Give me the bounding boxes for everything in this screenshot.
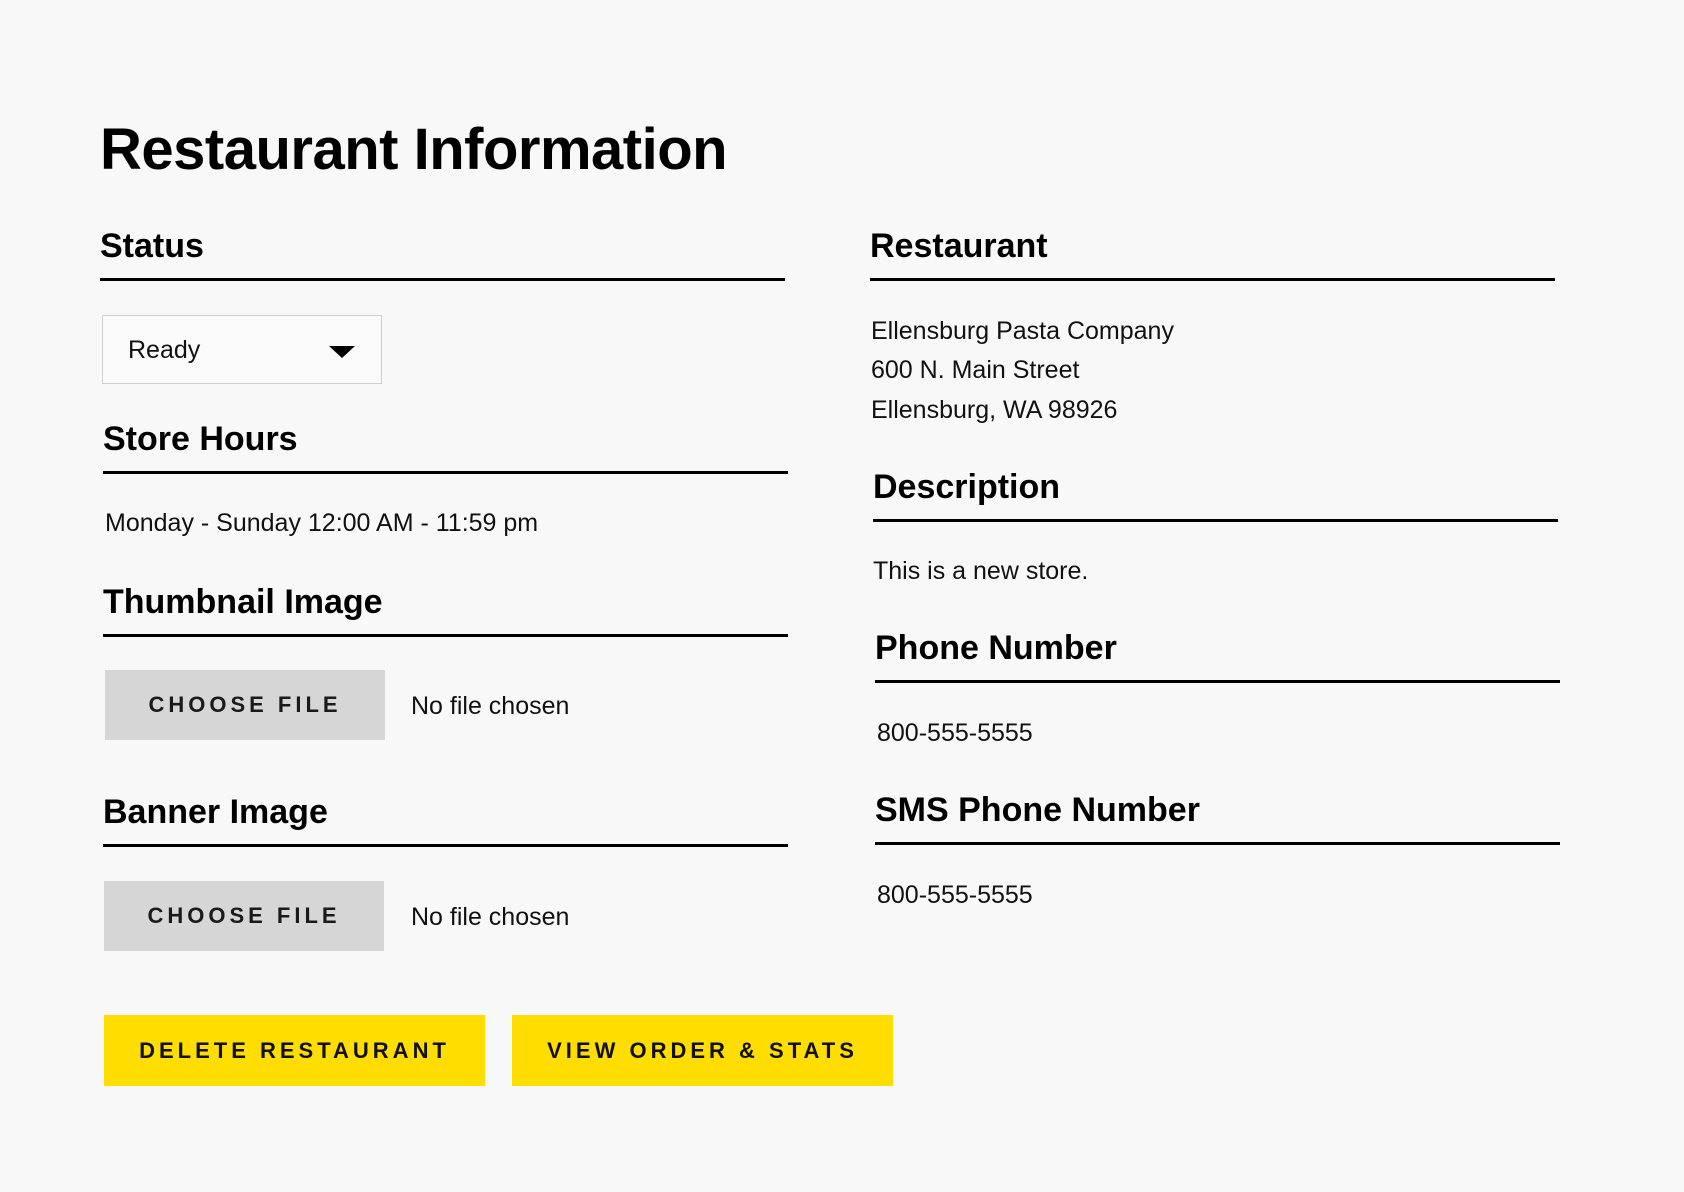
restaurant-heading: Restaurant [870, 224, 1555, 281]
status-selected-value: Ready [128, 336, 201, 364]
store-hours-section: Store Hours [103, 417, 788, 474]
store-hours-heading: Store Hours [103, 417, 788, 474]
delete-restaurant-button[interactable]: DELETE RESTAURANT [104, 1015, 485, 1086]
banner-heading: Banner Image [103, 790, 788, 847]
restaurant-city-state-zip: Ellensburg, WA 98926 [871, 396, 1118, 424]
banner-choose-file-button[interactable]: CHOOSE FILE [104, 881, 384, 951]
thumbnail-file-status: No file chosen [411, 692, 570, 720]
page-title: Restaurant Information [100, 117, 728, 182]
sms-phone-value: 800-555-5555 [877, 881, 1033, 909]
phone-heading: Phone Number [875, 626, 1560, 683]
sms-phone-heading: SMS Phone Number [875, 788, 1560, 845]
description-value: This is a new store. [873, 557, 1089, 585]
description-section: Description [873, 465, 1558, 522]
restaurant-section: Restaurant [870, 224, 1555, 281]
restaurant-name: Ellensburg Pasta Company [871, 317, 1174, 345]
status-dropdown[interactable]: Ready [102, 315, 382, 384]
phone-section: Phone Number [875, 626, 1560, 683]
banner-section: Banner Image [103, 790, 788, 847]
store-hours-value: Monday - Sunday 12:00 AM - 11:59 pm [105, 509, 539, 537]
thumbnail-heading: Thumbnail Image [103, 580, 788, 637]
status-section: Status [100, 224, 785, 281]
sms-phone-section: SMS Phone Number [875, 788, 1560, 845]
view-order-stats-button[interactable]: VIEW ORDER & STATS [512, 1015, 893, 1086]
restaurant-street: 600 N. Main Street [871, 356, 1080, 384]
phone-value: 800-555-5555 [877, 719, 1033, 747]
caret-down-icon [329, 346, 355, 358]
thumbnail-choose-file-button[interactable]: CHOOSE FILE [105, 670, 385, 740]
description-heading: Description [873, 465, 1558, 522]
status-heading: Status [100, 224, 785, 281]
banner-file-status: No file chosen [411, 903, 570, 931]
thumbnail-section: Thumbnail Image [103, 580, 788, 637]
